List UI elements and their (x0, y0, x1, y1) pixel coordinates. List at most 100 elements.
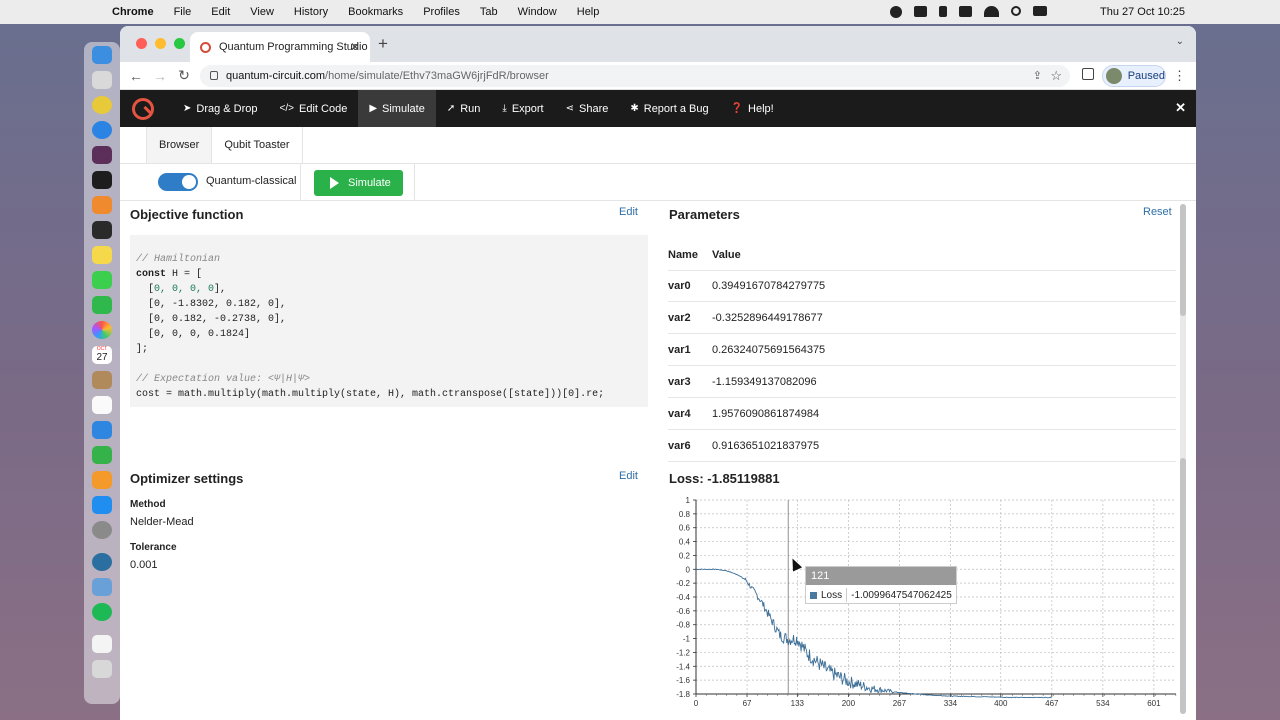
pages-icon[interactable] (92, 471, 112, 489)
trash-icon[interactable] (92, 660, 112, 678)
lock-icon[interactable] (210, 71, 218, 80)
parameters-table: Name Value var0 0.39491670784279775 var2 -0… (668, 240, 1176, 462)
terminal-icon[interactable] (92, 221, 112, 239)
chrome-icon[interactable] (92, 96, 112, 114)
menu-tab[interactable]: Tab (480, 6, 498, 18)
facetime-icon[interactable] (92, 296, 112, 314)
y-tick-label: 0.8 (679, 510, 691, 519)
appstore-icon[interactable] (92, 496, 112, 514)
browser-menu-icon[interactable]: ⋮ (1173, 68, 1186, 84)
close-tab-icon[interactable]: ✕ (350, 40, 360, 54)
toolbar-drag-drop[interactable]: ➤ Drag & Drop (172, 90, 269, 127)
contacts-icon[interactable] (92, 371, 112, 389)
record-icon[interactable] (890, 6, 902, 18)
scrollbar[interactable] (1180, 204, 1186, 714)
dropbox-icon[interactable] (914, 6, 927, 17)
parameters-reset-link[interactable]: Reset (1143, 206, 1172, 218)
menu-history[interactable]: History (294, 6, 328, 18)
menu-help[interactable]: Help (577, 6, 600, 18)
dock: OCT 27 (84, 42, 120, 704)
wifi-icon[interactable] (984, 6, 999, 17)
messages-icon[interactable] (92, 271, 112, 289)
quantum-classical-toggle[interactable] (158, 173, 198, 191)
reminders-icon[interactable] (92, 396, 112, 414)
table-row: var1 0.26324075691564375 (668, 334, 1176, 366)
menu-window[interactable]: Window (518, 6, 557, 18)
spotify-icon[interactable] (92, 603, 112, 621)
toolbar-report-bug[interactable]: ✱ Report a Bug (619, 90, 719, 127)
toolbar-simulate[interactable]: ▶ Simulate (358, 90, 436, 127)
download-icon: ⤓ (502, 103, 507, 114)
code-line: [0, -1.8302, 0.182, 0], (136, 299, 287, 310)
menubar-clock[interactable]: Thu 27 Oct 10:25 (1100, 0, 1185, 24)
close-window-button[interactable] (136, 38, 147, 49)
bookmark-star-icon[interactable]: ☆ (1050, 68, 1062, 84)
loss-chart[interactable]: 1 0.8 0.6 0.4 0.2 0 -0.2 -0.4 -0.6 -0.8 -1 -1.2 -1.4… (668, 494, 1180, 720)
maximize-window-button[interactable] (174, 38, 185, 49)
y-tick-label: -1.2 (676, 648, 690, 657)
side-panel-icon[interactable] (1082, 68, 1094, 80)
clion-icon[interactable] (92, 171, 112, 189)
x-tick-label: 400 (994, 699, 1008, 708)
control-center-icon[interactable] (1033, 6, 1047, 16)
play-icon: ▶ (369, 103, 378, 114)
photos-icon[interactable] (92, 321, 112, 339)
keynote-icon[interactable] (92, 421, 112, 439)
forward-icon[interactable]: → (148, 68, 172, 84)
menu-view[interactable]: View (250, 6, 274, 18)
close-icon[interactable]: ✕ (1175, 100, 1186, 116)
x-tick-label: 267 (893, 699, 907, 708)
menu-file[interactable]: File (174, 6, 192, 18)
reload-icon[interactable]: ↻ (172, 67, 196, 84)
x-tick-label: 133 (791, 699, 805, 708)
param-name: var1 (668, 343, 691, 356)
code-line: cost = math.multiply(math.multiply(state… (136, 389, 605, 400)
app-logo-icon[interactable] (132, 97, 154, 120)
back-icon[interactable]: ← (124, 68, 148, 84)
simulate-button[interactable]: Simulate (314, 170, 403, 196)
toolbar-share[interactable]: ⋖ Share (555, 90, 620, 127)
search-icon[interactable] (1011, 6, 1021, 16)
sublime-icon[interactable] (92, 196, 112, 214)
profile-button[interactable]: Paused (1102, 65, 1166, 87)
method-label: Method (130, 499, 166, 510)
browser-tab[interactable]: Quantum Programming Studio ✕ (190, 32, 370, 62)
toolbar-export[interactable]: ⤓ Export (491, 90, 554, 127)
share-page-icon[interactable]: ⇪ (1033, 69, 1042, 82)
play-icon (330, 177, 339, 189)
scrollbar-thumb[interactable] (1180, 204, 1186, 316)
toolbar-label: Run (460, 102, 481, 115)
menubar-app-name[interactable]: Chrome (112, 6, 154, 18)
toolbar-run[interactable]: ➚ Run (436, 90, 492, 127)
minimize-window-button[interactable] (155, 38, 166, 49)
url-field[interactable]: quantum-circuit.com /home/simulate/Ethv7… (200, 65, 1070, 87)
new-tab-icon[interactable]: + (378, 34, 388, 54)
quicktime-icon[interactable] (92, 553, 112, 571)
notes-icon[interactable] (92, 246, 112, 264)
optimizer-edit-link[interactable]: Edit (619, 470, 638, 482)
slack-icon[interactable] (92, 146, 112, 164)
input-source-icon[interactable] (959, 6, 972, 17)
launchpad-icon[interactable] (92, 71, 112, 89)
numbers-icon[interactable] (92, 446, 112, 464)
table-row: var2 -0.3252896449178677 (668, 302, 1176, 334)
system-preferences-icon[interactable] (92, 521, 112, 539)
param-value: -0.3252896449178677 (712, 311, 823, 324)
tab-qubit-toaster[interactable]: Qubit Toaster (212, 127, 303, 163)
finder-icon[interactable] (92, 46, 112, 64)
toolbar-help[interactable]: ❓ Help! (720, 90, 785, 127)
menu-edit[interactable]: Edit (211, 6, 230, 18)
document-icon[interactable] (92, 635, 112, 653)
menu-profiles[interactable]: Profiles (423, 6, 460, 18)
objective-edit-link[interactable]: Edit (619, 206, 638, 218)
toolbar-edit-code[interactable]: </> Edit Code (269, 90, 359, 127)
preview-icon[interactable] (92, 578, 112, 596)
menu-bookmarks[interactable]: Bookmarks (348, 6, 403, 18)
app-toolbar: ➤ Drag & Drop </> Edit Code ▶ Simulate ➚ Run… (120, 90, 1196, 127)
bluetooth-icon[interactable] (939, 6, 947, 17)
scrollbar-thumb[interactable] (1180, 458, 1186, 714)
tab-browser[interactable]: Browser (146, 127, 213, 163)
calendar-icon[interactable]: OCT 27 (92, 346, 112, 364)
tab-search-icon[interactable]: ⌄ (1176, 36, 1184, 47)
safari-icon[interactable] (92, 121, 112, 139)
